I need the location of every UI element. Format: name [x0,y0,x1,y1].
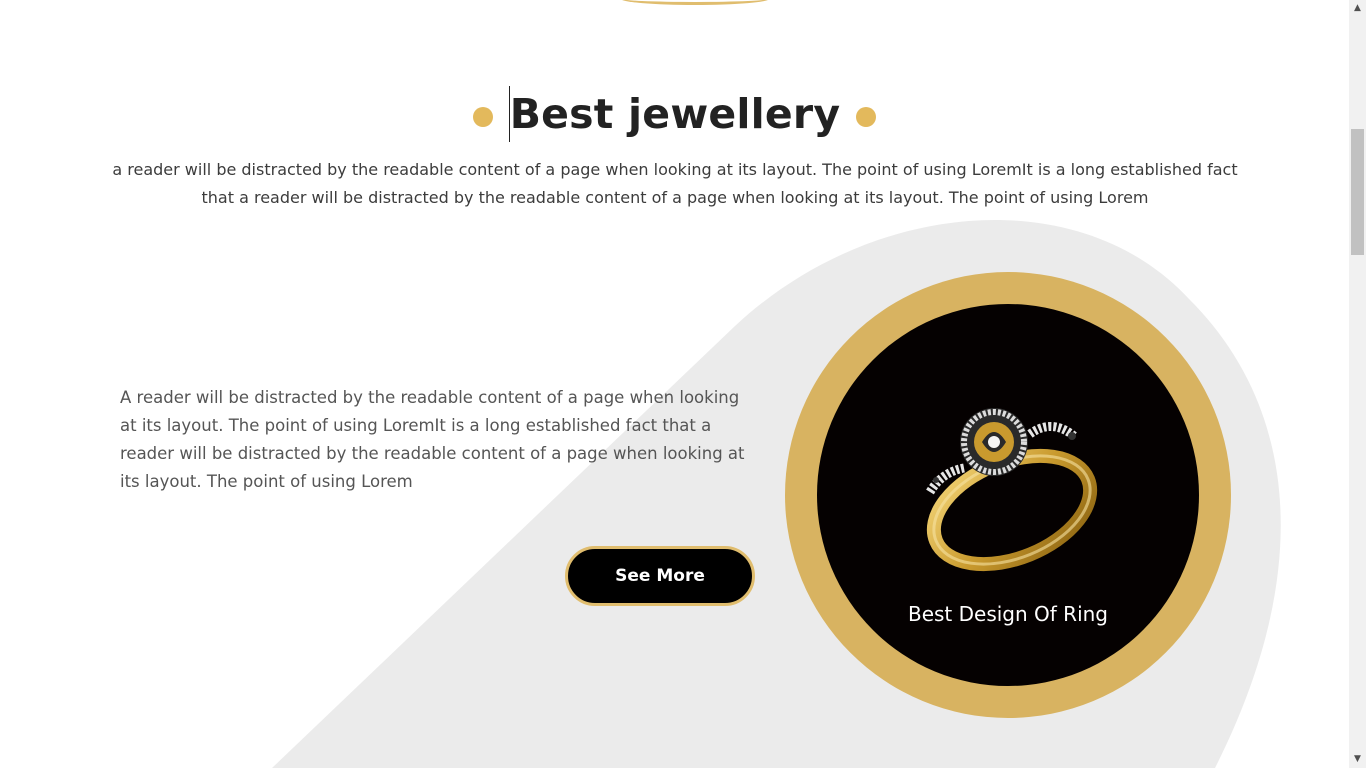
scroll-up-arrow-icon[interactable]: ▲ [1349,0,1366,17]
section-body-text: A reader will be distracted by the reada… [120,388,745,491]
section-title: Best jewellery [508,86,841,142]
scrollbar-thumb[interactable] [1351,129,1364,255]
product-circle-frame: Best Design Of Ring [785,272,1231,718]
scroll-down-arrow-icon[interactable]: ▼ [1349,751,1366,768]
left-decorative-dot [472,107,493,127]
right-decorative-dot [856,107,877,127]
section-header: Best jewellery [0,86,1349,142]
see-more-button[interactable]: See More [565,546,755,606]
section-intro-text: a reader will be distracted by the reada… [112,160,1238,207]
diamond-ring-image [926,408,1098,572]
vertical-scrollbar[interactable]: ▲ ▼ [1349,0,1366,768]
product-caption: Best Design Of Ring [907,602,1109,626]
product-circle[interactable]: Best Design Of Ring [817,304,1199,686]
page: Best jewellery a reader will be distract… [0,0,1366,768]
